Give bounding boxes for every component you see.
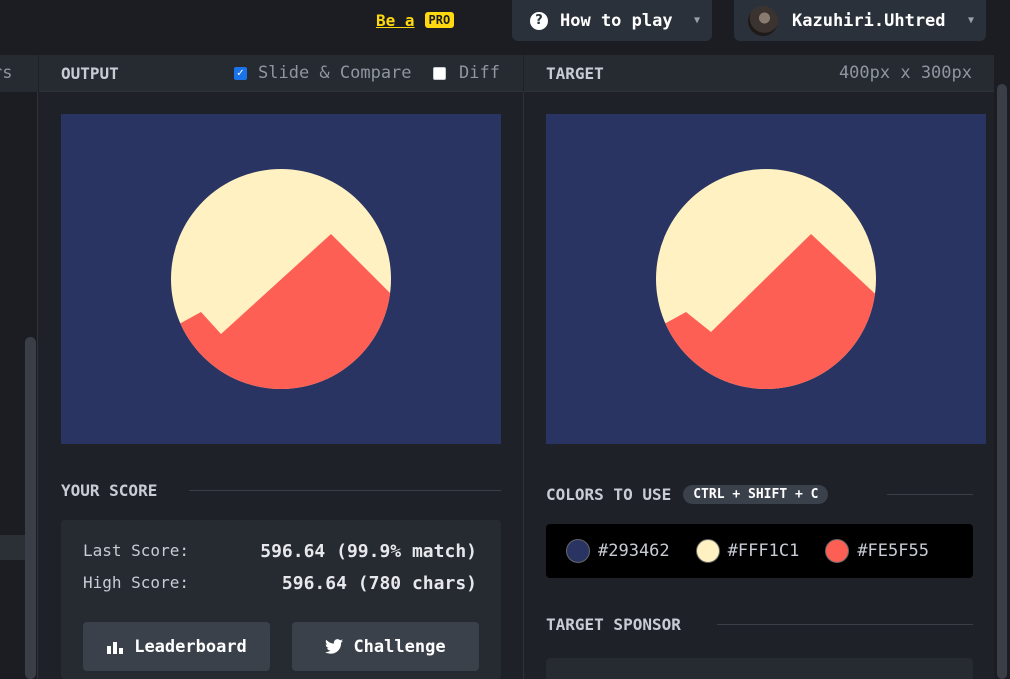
output-canvas[interactable] (61, 114, 501, 444)
color-hex[interactable]: #FFF1C1 (728, 541, 800, 561)
leaderboard-button[interactable]: Leaderboard (83, 622, 270, 671)
color-swatch[interactable] (695, 539, 720, 563)
twitter-icon (325, 639, 344, 654)
target-canvas (546, 114, 986, 444)
slide-compare-checkbox[interactable]: ✓ (234, 67, 247, 80)
swatch-item[interactable]: #FFF1C1 (695, 539, 800, 563)
user-menu-button[interactable]: Kazuhiri.Uhtred ▼ (734, 0, 986, 41)
swatch-item[interactable]: #293462 (566, 539, 670, 563)
chevron-down-icon: ▼ (693, 15, 700, 26)
avatar (748, 5, 778, 36)
question-icon: ? (530, 11, 548, 30)
high-score-value: 596.64 (780 chars) (281, 573, 477, 594)
copy-colors-shortcut: CTRL + SHIFT + C (683, 485, 829, 504)
colors-divider (887, 494, 973, 495)
left-panel-scrollbar[interactable] (25, 337, 36, 679)
sponsor-card[interactable] (546, 658, 973, 679)
how-to-play-button[interactable]: ? How to play ▼ (512, 0, 712, 41)
color-hex[interactable]: #293462 (598, 541, 670, 561)
diff-checkbox[interactable] (433, 67, 446, 80)
slide-compare-label[interactable]: Slide & Compare (258, 63, 412, 83)
score-card: Last Score: 596.64 (99.9% match) High Sc… (61, 520, 501, 679)
go-pro-link[interactable]: Be a PRO (376, 9, 455, 31)
sponsor-divider (717, 624, 973, 625)
target-sponsor-title: TARGET SPONSOR (546, 615, 681, 634)
output-header: OUTPUT ✓ Slide & Compare Diff (39, 55, 523, 92)
page-scrollbar-thumb[interactable] (997, 84, 1007, 679)
color-hex[interactable]: #FE5F55 (857, 541, 929, 561)
high-score-label: High Score: (83, 573, 189, 592)
left-panel-title: rs (0, 63, 13, 83)
bar-chart-icon (107, 641, 124, 654)
color-swatch[interactable] (825, 539, 850, 563)
target-header: TARGET 400px x 300px (524, 55, 994, 92)
swatch-item[interactable]: #FE5F55 (825, 539, 929, 563)
last-score-value: 596.64 (99.9% match) (260, 541, 477, 562)
panel-divider (523, 92, 524, 679)
pro-badge[interactable]: PRO (424, 12, 455, 28)
leaderboard-label: Leaderboard (134, 636, 247, 657)
how-to-play-label: How to play (560, 10, 673, 31)
color-palette: #293462 #FFF1C1 #FE5F55 (546, 524, 973, 578)
left-panel-header: rs (0, 55, 38, 92)
your-score-title: YOUR SCORE (61, 481, 158, 500)
target-title: TARGET (546, 63, 604, 83)
color-swatch[interactable] (566, 539, 590, 563)
be-a-link[interactable]: Be a (376, 11, 415, 30)
diff-label[interactable]: Diff (459, 63, 500, 83)
colors-title: COLORS TO USE (546, 485, 672, 504)
target-dimensions: 400px x 300px (838, 63, 972, 83)
challenge-button[interactable]: Challenge (292, 622, 479, 671)
colors-title-row: COLORS TO USE CTRL + SHIFT + C (546, 485, 829, 504)
left-panel-line-highlight (0, 535, 25, 560)
username: Kazuhiri.Uhtred (792, 10, 946, 31)
last-score-label: Last Score: (83, 541, 189, 560)
output-title: OUTPUT (61, 63, 119, 83)
chevron-down-icon: ▼ (967, 15, 974, 26)
score-divider (189, 490, 501, 491)
challenge-label: Challenge (353, 636, 446, 657)
